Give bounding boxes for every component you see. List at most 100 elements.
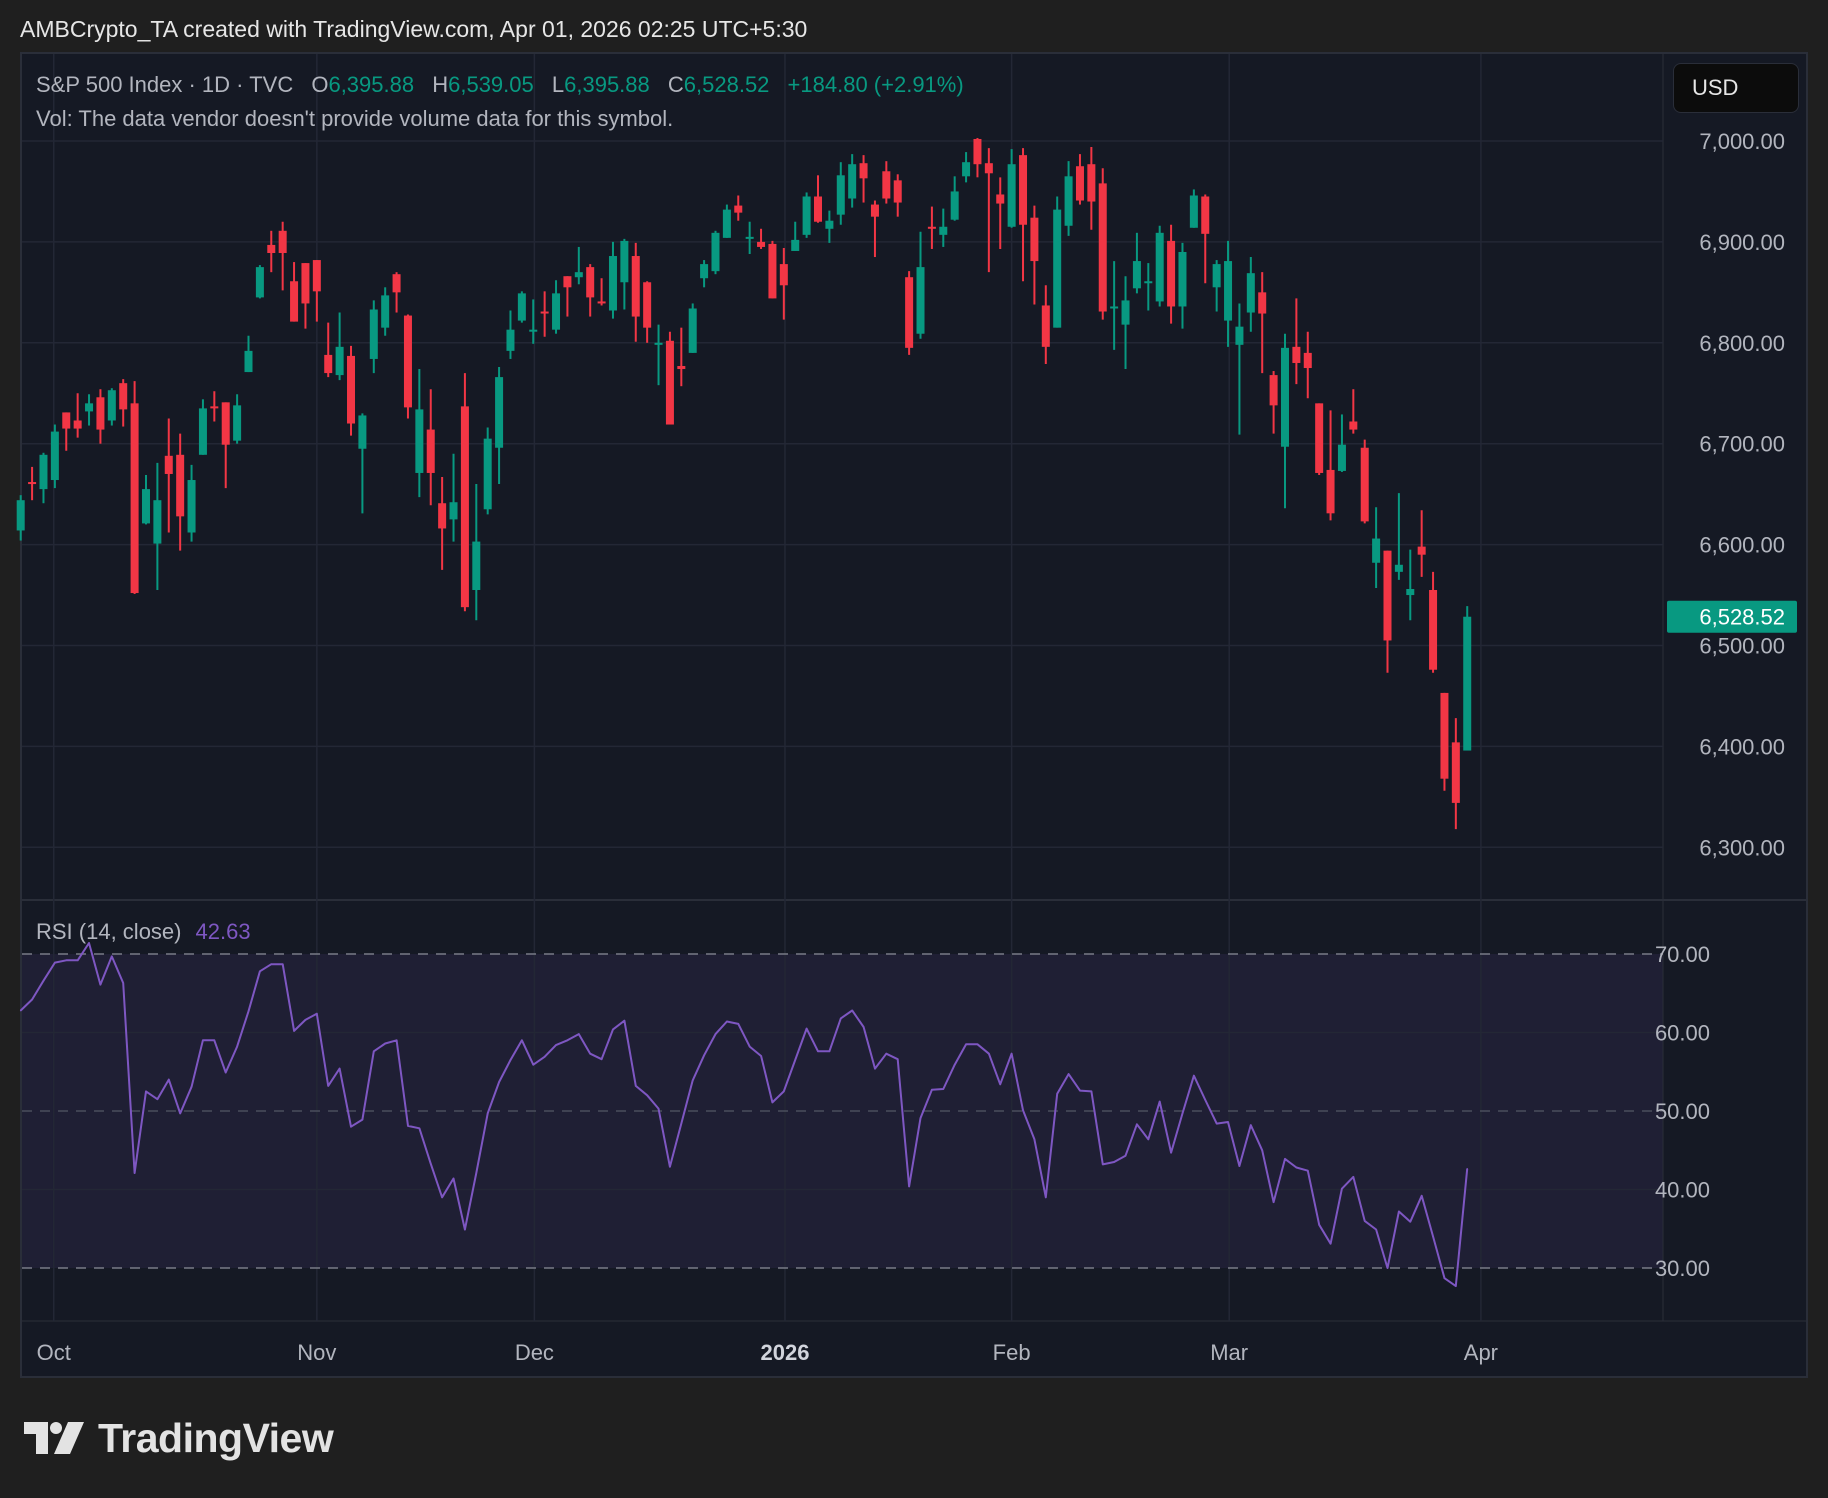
tradingview-logo[interactable]: TradingView [24,1414,334,1462]
candle-body [221,402,230,445]
candle-body [1098,183,1107,312]
rsi-point [1420,1194,1423,1197]
candle [1041,285,1050,364]
rsi-point [99,983,102,986]
candle [221,402,230,489]
rsi-point [851,1009,853,1012]
rsi-point [464,1228,466,1231]
rsi-point [1056,1092,1058,1095]
candle [984,148,993,273]
price-tick-label: 6,500.00 [1699,634,1785,659]
candle [779,247,788,320]
candle-body [472,541,481,591]
candle-body [1303,352,1312,369]
candle [369,300,378,374]
candle-body [1258,292,1267,314]
time-tick-label: Apr [1464,1340,1498,1365]
candle-body [1064,176,1073,226]
rsi-point [1295,1166,1298,1169]
candle-body [939,226,948,235]
rsi-point [976,1043,979,1046]
rsi-tick-label: 70.00 [1655,942,1710,967]
candle-body [688,308,697,353]
candle-body [1269,375,1278,406]
price-tick-label: 6,400.00 [1699,734,1785,759]
candle-body [119,383,128,410]
candle-body [984,163,993,174]
candle [973,137,982,178]
candle [905,271,914,355]
candle-body [73,420,82,429]
candle [1451,718,1460,830]
candle-body [916,267,925,334]
candle [1121,276,1130,370]
logo-text: TradingView [98,1414,334,1461]
candle [119,379,128,427]
candle [50,424,59,489]
candle-body [1167,240,1176,307]
candle-body [176,454,185,517]
rsi-point [1136,1123,1138,1126]
candle-body [1463,616,1472,751]
candle [1417,510,1426,577]
candle [734,195,743,221]
candle [1303,331,1312,399]
rsi-point [1181,1112,1184,1115]
rsi-point [179,1112,181,1115]
candle-body [426,429,435,473]
rsi-point [953,1063,956,1066]
candle-body [768,243,777,299]
candle [996,177,1005,249]
rsi-point [1250,1124,1252,1126]
candle [73,393,82,438]
candle [563,276,572,317]
candle-body [1383,550,1392,641]
rsi-point [669,1165,671,1168]
candle [608,241,617,319]
rsi-point [1193,1074,1195,1077]
rsi-point [441,1196,443,1199]
candle [1280,333,1289,509]
rsi-point [703,1054,705,1057]
candle-body [1224,261,1233,321]
rsi-point [350,1125,352,1128]
rsi-point [156,1098,159,1101]
candle-body [905,277,914,348]
candle [324,322,333,378]
rsi-point [691,1079,694,1082]
rsi-point [213,1039,216,1042]
rsi-point [498,1081,500,1083]
rsi-point [1432,1235,1434,1238]
rsi-point [486,1112,489,1115]
rsi-point [202,1039,204,1042]
candle-body [278,230,287,253]
candle-body [700,264,709,279]
symbol-label[interactable]: S&P 500 Index · 1D · TVC [36,72,293,97]
candle-body [96,397,105,430]
candle-body [1451,742,1460,803]
candle [1155,225,1164,307]
currency-button[interactable]: USD [1673,63,1799,113]
candle [483,427,492,515]
rsi-point [555,1044,557,1046]
candle [392,272,401,313]
candle-body [791,239,800,251]
candle [107,388,116,426]
candle [1201,194,1210,284]
time-tick-label: Feb [993,1340,1031,1365]
rsi-point [737,1023,740,1025]
rsi-point [600,1058,603,1060]
price-tick-label: 6,700.00 [1699,432,1785,457]
rsi-point [999,1083,1002,1086]
rsi-point [714,1033,717,1035]
candle-body [1030,217,1039,262]
chart-canvas[interactable]: Oct Nov Dec 2026 Feb Mar Apr 7,000.00 6,900.00 6,… [0,0,1828,1498]
rsi-point [1455,1285,1457,1287]
rsi-point [543,1056,546,1058]
rsi-label[interactable]: RSI (14, close) [36,919,182,944]
candle [495,367,504,485]
rsi-point [1363,1220,1366,1222]
rsi-point [270,963,273,966]
candle-body [347,355,356,424]
candle-body [1132,261,1141,289]
